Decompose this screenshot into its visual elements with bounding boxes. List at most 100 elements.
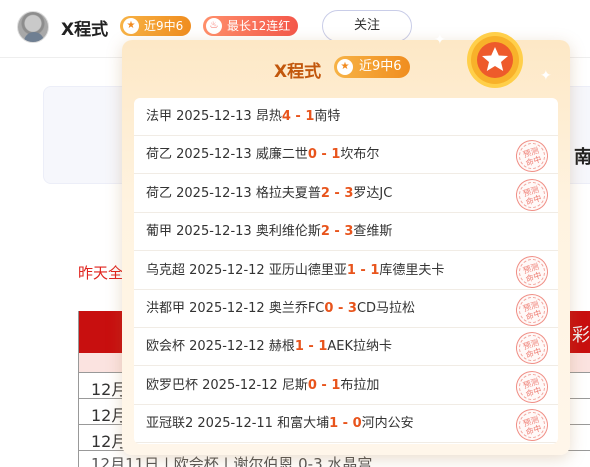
- hit-rate-text: 近9中6: [144, 19, 184, 33]
- prediction-hit-stamp-icon: 预测 命中: [511, 174, 553, 215]
- prediction-hit-stamp-icon: 预测 命中: [511, 136, 553, 177]
- match-home-team: 昂热: [255, 109, 282, 124]
- match-row[interactable]: 荷乙 2025-12-13 威廉二世0 - 1坎布尔 预测 命中: [134, 136, 558, 177]
- match-away-score: 3: [347, 301, 357, 316]
- match-away-team: 库德里夫卡: [379, 262, 445, 278]
- match-date: 2025-12-12: [189, 339, 269, 355]
- match-home-team: 奥利维伦斯: [255, 224, 321, 240]
- match-home-team: 赫根: [268, 339, 295, 355]
- stamp-text: 命中: [524, 346, 543, 361]
- match-away-team: 南特: [314, 109, 341, 124]
- popup-title: X程式: [274, 62, 322, 82]
- match-date: 2025-12-12: [202, 377, 282, 393]
- stamp-text: 预测: [521, 261, 540, 276]
- match-league: 法甲: [146, 109, 177, 124]
- stamp-text: 命中: [524, 270, 543, 284]
- stamp-text: 预测: [521, 338, 540, 352]
- match-date: 2025-12-13: [176, 147, 256, 163]
- stamp-text: 命中: [524, 423, 543, 438]
- stamp-text: 预测: [521, 299, 540, 314]
- match-away-team: AEK拉纳卡: [327, 339, 393, 355]
- match-home-score: 2: [320, 224, 330, 240]
- match-row[interactable]: 亚冠联2 2025-12-11 和富大埔1 - 0河内公安 预测 命中: [134, 405, 558, 444]
- match-home-team: 和富大埔: [277, 416, 330, 432]
- stamp-text: 命中: [524, 154, 543, 169]
- match-home-team: 格拉夫夏普: [255, 185, 321, 201]
- stamp-text: 命中: [524, 385, 543, 399]
- match-home-score: 0: [307, 147, 317, 163]
- match-league: 荷乙: [146, 185, 177, 201]
- match-score-separator: -: [355, 262, 371, 278]
- record-popup: X程式 ★ 近9中6 ✦ ✦ 法甲 2025-12-13 昂热4 - 1南特 荷乙…: [122, 32, 570, 455]
- match-league: 欧罗巴杯: [146, 377, 203, 393]
- match-date: 2025-12-13: [176, 224, 256, 240]
- match-away-team: 查维斯: [353, 224, 393, 240]
- match-league: 荷乙: [146, 147, 177, 163]
- star-medal-icon: [467, 32, 523, 88]
- sparkle-icon: ✦: [540, 68, 552, 84]
- match-row[interactable]: 乌克超 2025-12-12 亚历山德里亚1 - 1库德里夫卡 预测 命中: [134, 251, 558, 292]
- match-date: 2025-12-12: [189, 262, 269, 278]
- match-row[interactable]: 葡甲 2025-12-13 奥利维伦斯2 - 3查维斯: [134, 213, 558, 252]
- match-league: 洪都甲: [146, 301, 190, 316]
- star-icon: ★: [337, 59, 353, 75]
- match-row[interactable]: 欧会杯 2025-12-12 赫根1 - 1AEK拉纳卡 预测 命中: [134, 328, 558, 369]
- match-score-separator: -: [329, 224, 345, 240]
- match-home-team: 亚历山德里亚: [268, 262, 347, 278]
- match-league: 葡甲: [146, 224, 177, 240]
- match-score-separator: -: [338, 416, 353, 432]
- match-away-team: CD马拉松: [356, 301, 416, 316]
- match-row[interactable]: 法甲 2025-12-13 昂热4 - 1南特: [134, 98, 558, 136]
- prediction-hit-stamp-icon: 预测 命中: [511, 289, 553, 331]
- background-notice-text: 昨天全: [78, 264, 124, 282]
- match-home-score: 1: [329, 416, 339, 432]
- match-home-team: 尼斯: [281, 377, 308, 393]
- prediction-hit-stamp-icon: 预测 命中: [511, 405, 553, 444]
- stamp-text: 命中: [524, 193, 543, 207]
- match-date: 2025-12-11: [197, 416, 278, 432]
- hit-rate-badge: ★ 近9中6: [120, 16, 192, 36]
- match-home-score: 4: [281, 109, 291, 124]
- stamp-text: 预测: [521, 376, 540, 391]
- match-score-separator: -: [316, 377, 332, 393]
- match-score-separator: -: [303, 339, 319, 355]
- background-card-text: 南: [574, 147, 590, 168]
- match-row[interactable]: 欧罗巴杯 2025-12-12 尼斯0 - 1布拉加 预测 命中: [134, 366, 558, 407]
- match-league: 乌克超: [146, 262, 190, 278]
- stamp-text: 预测: [521, 415, 540, 429]
- avatar[interactable]: [17, 11, 49, 43]
- match-home-score: 0: [307, 377, 317, 393]
- match-league: 欧会杯: [146, 339, 190, 355]
- popup-hit-text: 近9中6: [359, 59, 402, 74]
- match-score-separator: -: [333, 301, 348, 316]
- match-away-team: 坎布尔: [340, 147, 380, 163]
- match-date: 2025-12-12: [189, 301, 269, 316]
- match-away-team: 布拉加: [340, 377, 380, 393]
- background-side-text: 彩: [572, 325, 590, 346]
- star-icon: ★: [123, 18, 139, 34]
- match-score-separator: -: [329, 185, 345, 201]
- streak-badge: ♨ 最长12连红: [203, 16, 299, 36]
- popup-hit-badge: ★ 近9中6: [334, 56, 410, 78]
- prediction-hit-stamp-icon: 预测 命中: [511, 328, 553, 369]
- stamp-text: 预测: [521, 184, 540, 199]
- match-home-team: 威廉二世: [255, 147, 308, 163]
- match-date: 2025-12-13: [176, 109, 256, 124]
- follow-button[interactable]: 关注: [322, 10, 412, 42]
- match-row[interactable]: 洪都甲 2025-12-12 奥兰乔FC0 - 3CD马拉松 预测 命中: [134, 289, 558, 331]
- match-away-team: 河内公安: [361, 416, 414, 432]
- sparkle-icon: ✦: [434, 32, 446, 48]
- match-list: 法甲 2025-12-13 昂热4 - 1南特 荷乙 2025-12-13 威廉二…: [134, 98, 558, 444]
- streak-text: 最长12连红: [227, 19, 291, 33]
- match-home-score: 1: [346, 262, 356, 278]
- match-date: 2025-12-13: [176, 185, 256, 201]
- match-score-separator: -: [316, 147, 332, 163]
- match-home-score: 1: [294, 339, 304, 355]
- username[interactable]: X程式: [61, 15, 108, 40]
- flame-icon: ♨: [206, 18, 222, 34]
- prediction-hit-stamp-icon: 预测 命中: [511, 251, 553, 292]
- stamp-text: 预测: [521, 146, 540, 160]
- match-home-team: 奥兰乔FC: [268, 301, 325, 316]
- prediction-hit-stamp-icon: 预测 命中: [511, 366, 553, 407]
- match-row[interactable]: 荷乙 2025-12-13 格拉夫夏普2 - 3罗达JC 预测 命中: [134, 174, 558, 215]
